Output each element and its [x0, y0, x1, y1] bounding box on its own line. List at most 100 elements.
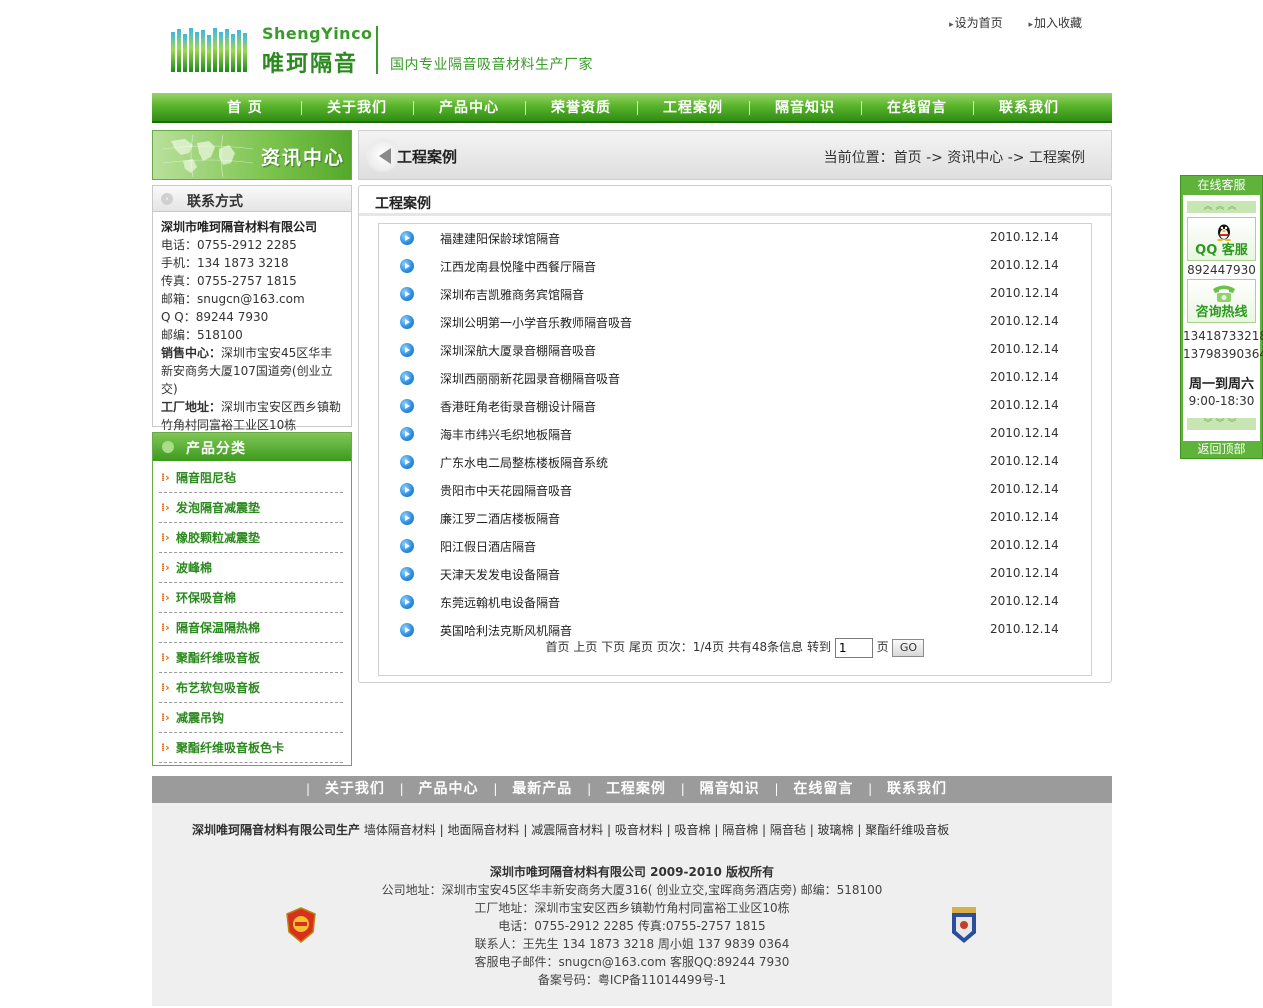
orange-arrow-icon: ⁞› — [161, 711, 170, 724]
footer-nav-cases[interactable]: 工程案例 — [595, 781, 677, 797]
category-item[interactable]: ⁞› 聚酯纤维吸音板 — [159, 643, 343, 673]
article-row[interactable]: 深圳西丽丽新花园录音棚隔音吸音 2010.12.14 — [379, 364, 1091, 392]
contact-factory: 工厂地址：深圳市宝安区西乡镇勒竹角村同富裕工业区10栋 — [161, 398, 343, 434]
article-title[interactable]: 深圳公明第一小学音乐教师隔音吸音 — [440, 314, 632, 331]
category-label: 减震吊钩 — [176, 711, 225, 725]
nav-honors[interactable]: 荣誉资质 — [525, 93, 637, 121]
logo-bars-icon — [171, 28, 247, 72]
article-row[interactable]: 香港旺角老街录音棚设计隔音 2010.12.14 — [379, 392, 1091, 420]
article-row[interactable]: 广东水电二局整栋楼板隔音系统 2010.12.14 — [379, 448, 1091, 476]
category-item[interactable]: ⁞› 橡胶颗粒减震垫 — [159, 523, 343, 553]
article-title[interactable]: 贵阳市中天花园隔音吸音 — [440, 482, 572, 499]
article-title[interactable]: 廉江罗二酒店楼板隔音 — [440, 510, 560, 527]
article-date: 2010.12.14 — [990, 566, 1059, 580]
article-row[interactable]: 福建建阳保龄球馆隔音 2010.12.14 — [379, 224, 1091, 252]
hotline-button[interactable]: 咨询热线 — [1187, 279, 1256, 323]
article-row[interactable]: 阳江假日酒店隔音 2010.12.14 — [379, 532, 1091, 560]
footer-nav-new-products[interactable]: 最新产品 — [501, 781, 583, 797]
article-title[interactable]: 阳江假日酒店隔音 — [440, 538, 536, 555]
online-service-body: ︽︽︽ QQ 客服 892447930 咨询热线 13418733218 137… — [1183, 195, 1263, 441]
article-row[interactable]: 廉江罗二酒店楼板隔音 2010.12.14 — [379, 504, 1091, 532]
nav-message[interactable]: 在线留言 — [861, 93, 973, 121]
footer-product-links: 深圳唯珂隔音材料有限公司生产 墙体隔音材料 | 地面隔音材料 | 减震隔音材料 … — [192, 821, 949, 838]
orange-arrow-icon: ⁞› — [161, 741, 170, 754]
footer-nav-knowledge[interactable]: 隔音知识 — [689, 781, 771, 797]
orange-arrow-icon: ⁞› — [161, 621, 170, 634]
nav-cases[interactable]: 工程案例 — [637, 93, 749, 121]
article-row[interactable]: 江西龙南县悦隆中西餐厅隔音 2010.12.14 — [379, 252, 1091, 280]
article-title[interactable]: 深圳布吉凯雅商务宾馆隔音 — [440, 286, 584, 303]
footer-nav-message[interactable]: 在线留言 — [782, 781, 864, 797]
article-date: 2010.12.14 — [990, 622, 1059, 636]
article-title[interactable]: 江西龙南县悦隆中西餐厅隔音 — [440, 258, 596, 275]
pager-links[interactable]: 首页 上页 下页 尾页 页次：1/4页 共有48条信息 转到 — [546, 640, 831, 654]
article-row[interactable]: 东莞远翰机电设备隔音 2010.12.14 — [379, 588, 1091, 616]
article-row[interactable]: 深圳深航大厦录音棚隔音吸音 2010.12.14 — [379, 336, 1091, 364]
site-logo[interactable]: ShengYinco 唯珂隔音 国内专业隔音吸音材料生产厂家 — [170, 24, 640, 78]
qq-penguin-icon — [1217, 224, 1231, 241]
footer-nav-contact[interactable]: 联系我们 — [876, 781, 958, 797]
article-title[interactable]: 广东水电二局整栋楼板隔音系统 — [440, 454, 608, 471]
factory-label: 工厂地址： — [161, 400, 222, 414]
footer-links-lead: 深圳唯珂隔音材料有限公司生产 — [192, 823, 361, 837]
article-date: 2010.12.14 — [990, 482, 1059, 496]
nav-contact[interactable]: 联系我们 — [973, 93, 1085, 121]
category-item[interactable]: ⁞› 隔音阻尼毡 — [159, 463, 343, 493]
qq-number: 892447930 — [1187, 263, 1256, 277]
article-row[interactable]: 深圳布吉凯雅商务宾馆隔音 2010.12.14 — [379, 280, 1091, 308]
footer-icp[interactable]: 备案号码：粤ICP备11014499号-1 — [152, 971, 1112, 989]
article-title[interactable]: 深圳深航大厦录音棚隔音吸音 — [440, 342, 596, 359]
article-row[interactable]: 天津天发发电设备隔音 2010.12.14 — [379, 560, 1091, 588]
category-item[interactable]: ⁞› 聚酯纤维吸音板色卡 — [159, 733, 343, 763]
footer-nav-products[interactable]: 产品中心 — [408, 781, 490, 797]
article-date: 2010.12.14 — [990, 342, 1059, 356]
footer-email: 客服电子邮件：snugcn@163.com 客服QQ:89244 7930 — [474, 955, 790, 969]
category-item[interactable]: ⁞› 布艺软包吸音板 — [159, 673, 343, 703]
main-nav: 首 页 关于我们 产品中心 荣誉资质 工程案例 隔音知识 在线留言 联系我们 — [152, 93, 1112, 123]
service-phone: 13418733218 — [1183, 329, 1263, 343]
category-item[interactable]: ⁞› 波峰棉 — [159, 553, 343, 583]
contact-panel: › 联系方式 深圳市唯珂隔音材料有限公司 电话：0755-2912 2285 手… — [152, 185, 352, 432]
category-item[interactable]: ⁞› 减震吊钩 — [159, 703, 343, 733]
qq-service-button[interactable]: QQ 客服 — [1187, 217, 1256, 261]
article-row[interactable]: 贵阳市中天花园隔音吸音 2010.12.14 — [379, 476, 1091, 504]
blue-arrow-bullet-icon — [400, 455, 414, 469]
article-title[interactable]: 东莞远翰机电设备隔音 — [440, 594, 560, 611]
breadcrumb[interactable]: 当前位置：首页 -> 资讯中心 -> 工程案例 — [824, 147, 1085, 167]
nav-home[interactable]: 首 页 — [189, 93, 301, 121]
footer-info: 深圳市唯珂隔音材料有限公司 2009-2010 版权所有 公司地址：深圳市宝安4… — [152, 863, 1112, 989]
blue-arrow-bullet-icon — [400, 539, 414, 553]
article-title[interactable]: 福建建阳保龄球馆隔音 — [440, 230, 560, 247]
online-service-title: 在线客服 — [1197, 178, 1246, 192]
footer-factory-address: 工厂地址：深圳市宝安区西乡镇勒竹角村同富裕工业区10栋 — [474, 901, 790, 915]
nav-about[interactable]: 关于我们 — [301, 93, 413, 121]
category-item[interactable]: ⁞› 环保吸音棉 — [159, 583, 343, 613]
category-label: 隔音保温隔热棉 — [176, 621, 261, 635]
footer-links[interactable]: 墙体隔音材料 | 地面隔音材料 | 减震隔音材料 | 吸音材料 | 吸音棉 | … — [364, 823, 949, 837]
article-title[interactable]: 深圳西丽丽新花园录音棚隔音吸音 — [440, 370, 620, 387]
add-favorite-link[interactable]: 加入收藏 — [1028, 16, 1082, 30]
article-title[interactable]: 香港旺角老街录音棚设计隔音 — [440, 398, 596, 415]
go-button[interactable]: GO — [892, 638, 925, 657]
category-item[interactable]: ⁞› 发泡隔音减震垫 — [159, 493, 343, 523]
footer-contacts: 联系人：王先生 134 1873 3218 周小姐 137 9839 0364 — [474, 937, 790, 951]
article-row[interactable]: 深圳公明第一小学音乐教师隔音吸音 2010.12.14 — [379, 308, 1091, 336]
orange-arrow-icon: ⁞› — [161, 681, 170, 694]
back-to-top-button[interactable]: 返回顶部 — [1181, 440, 1262, 458]
article-title[interactable]: 天津天发发电设备隔音 — [440, 566, 560, 583]
article-title[interactable]: 海丰市纬兴毛织地板隔音 — [440, 426, 572, 443]
category-item[interactable]: ⁞› 隔音保温隔热棉 — [159, 613, 343, 643]
nav-products[interactable]: 产品中心 — [413, 93, 525, 121]
page-jump-input[interactable] — [834, 637, 873, 658]
article-row[interactable]: 海丰市纬兴毛织地板隔音 2010.12.14 — [379, 420, 1091, 448]
nav-knowledge[interactable]: 隔音知识 — [749, 93, 861, 121]
blue-arrow-bullet-icon — [400, 623, 414, 637]
category-panel: 产品分类 ⁞› 隔音阻尼毡 ⁞› 发泡隔音减震垫 ⁞› 橡胶颗粒减震垫 ⁞› 波峰棉 ⁞… — [152, 432, 352, 766]
footer-nav-about[interactable]: 关于我们 — [314, 781, 396, 797]
separator: | — [399, 782, 404, 796]
category-label: 聚酯纤维吸音板色卡 — [176, 741, 285, 755]
service-days: 周一到周六 — [1188, 377, 1254, 392]
circle-icon — [162, 441, 174, 453]
article-date: 2010.12.14 — [990, 510, 1059, 524]
set-homepage-link[interactable]: 设为首页 — [949, 16, 1003, 30]
